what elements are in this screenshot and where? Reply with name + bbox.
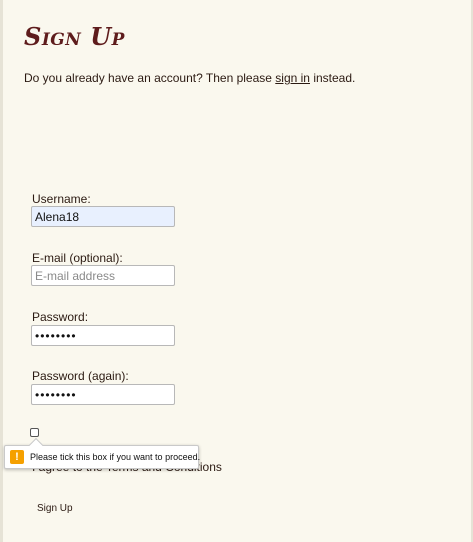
username-input[interactable] [31,206,175,227]
signin-prompt: Do you already have an account? Then ple… [24,71,355,85]
signin-link[interactable]: sign in [275,71,310,85]
tooltip-arrow [28,437,44,453]
page-title: Sign Up [24,22,125,51]
tooltip-message: Please tick this box if you want to proc… [30,452,201,462]
sign-up-button[interactable]: Sign Up [31,498,79,518]
email-label: E-mail (optional): [32,251,123,265]
validation-tooltip: ! Please tick this box if you want to pr… [4,437,201,469]
signin-suffix: instead. [309,71,356,85]
password-again-input[interactable] [31,384,175,405]
left-border [0,0,3,542]
password-input[interactable] [31,325,175,346]
warning-icon: ! [10,450,24,464]
signin-prefix: Do you already have an account? Then ple… [24,71,276,85]
password-label: Password: [32,310,89,324]
email-input[interactable] [31,265,175,286]
terms-checkbox[interactable] [30,428,39,437]
password-again-label: Password (again): [32,369,129,383]
username-label: Username: [32,192,91,206]
